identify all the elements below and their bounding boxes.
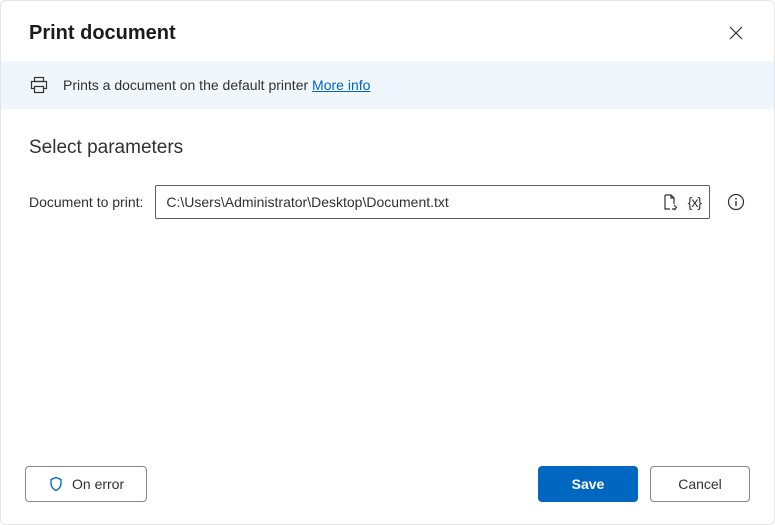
close-button[interactable] bbox=[722, 19, 750, 47]
braces-icon: {x} bbox=[688, 194, 701, 210]
info-icon bbox=[727, 193, 745, 211]
content-area: Select parameters Document to print: bbox=[1, 109, 774, 448]
dialog-title: Print document bbox=[29, 22, 176, 45]
shield-icon bbox=[48, 476, 64, 492]
info-banner: Prints a document on the default printer… bbox=[1, 61, 774, 109]
file-arrow-icon bbox=[661, 193, 679, 211]
param-document-row: Document to print: {x bbox=[29, 185, 746, 219]
banner-text: Prints a document on the default printer… bbox=[63, 77, 370, 93]
save-label: Save bbox=[572, 476, 605, 492]
save-button[interactable]: Save bbox=[538, 466, 638, 502]
document-input-wrapper: {x} bbox=[155, 185, 710, 219]
input-icon-group: {x} bbox=[660, 192, 709, 212]
dialog-footer: On error Save Cancel bbox=[1, 448, 774, 524]
banner-description: Prints a document on the default printer bbox=[63, 77, 312, 93]
variables-button[interactable]: {x} bbox=[688, 194, 701, 210]
printer-icon bbox=[29, 75, 49, 95]
cancel-label: Cancel bbox=[678, 476, 722, 492]
on-error-label: On error bbox=[72, 476, 124, 492]
document-path-input[interactable] bbox=[156, 186, 659, 218]
file-select-button[interactable] bbox=[660, 192, 680, 212]
document-to-print-label: Document to print: bbox=[29, 194, 143, 210]
param-info-button[interactable] bbox=[726, 192, 746, 212]
cancel-button[interactable]: Cancel bbox=[650, 466, 750, 502]
on-error-button[interactable]: On error bbox=[25, 466, 147, 502]
more-info-link[interactable]: More info bbox=[312, 77, 370, 93]
close-icon bbox=[729, 26, 743, 40]
section-title: Select parameters bbox=[29, 137, 746, 159]
dialog-header: Print document bbox=[1, 1, 774, 61]
